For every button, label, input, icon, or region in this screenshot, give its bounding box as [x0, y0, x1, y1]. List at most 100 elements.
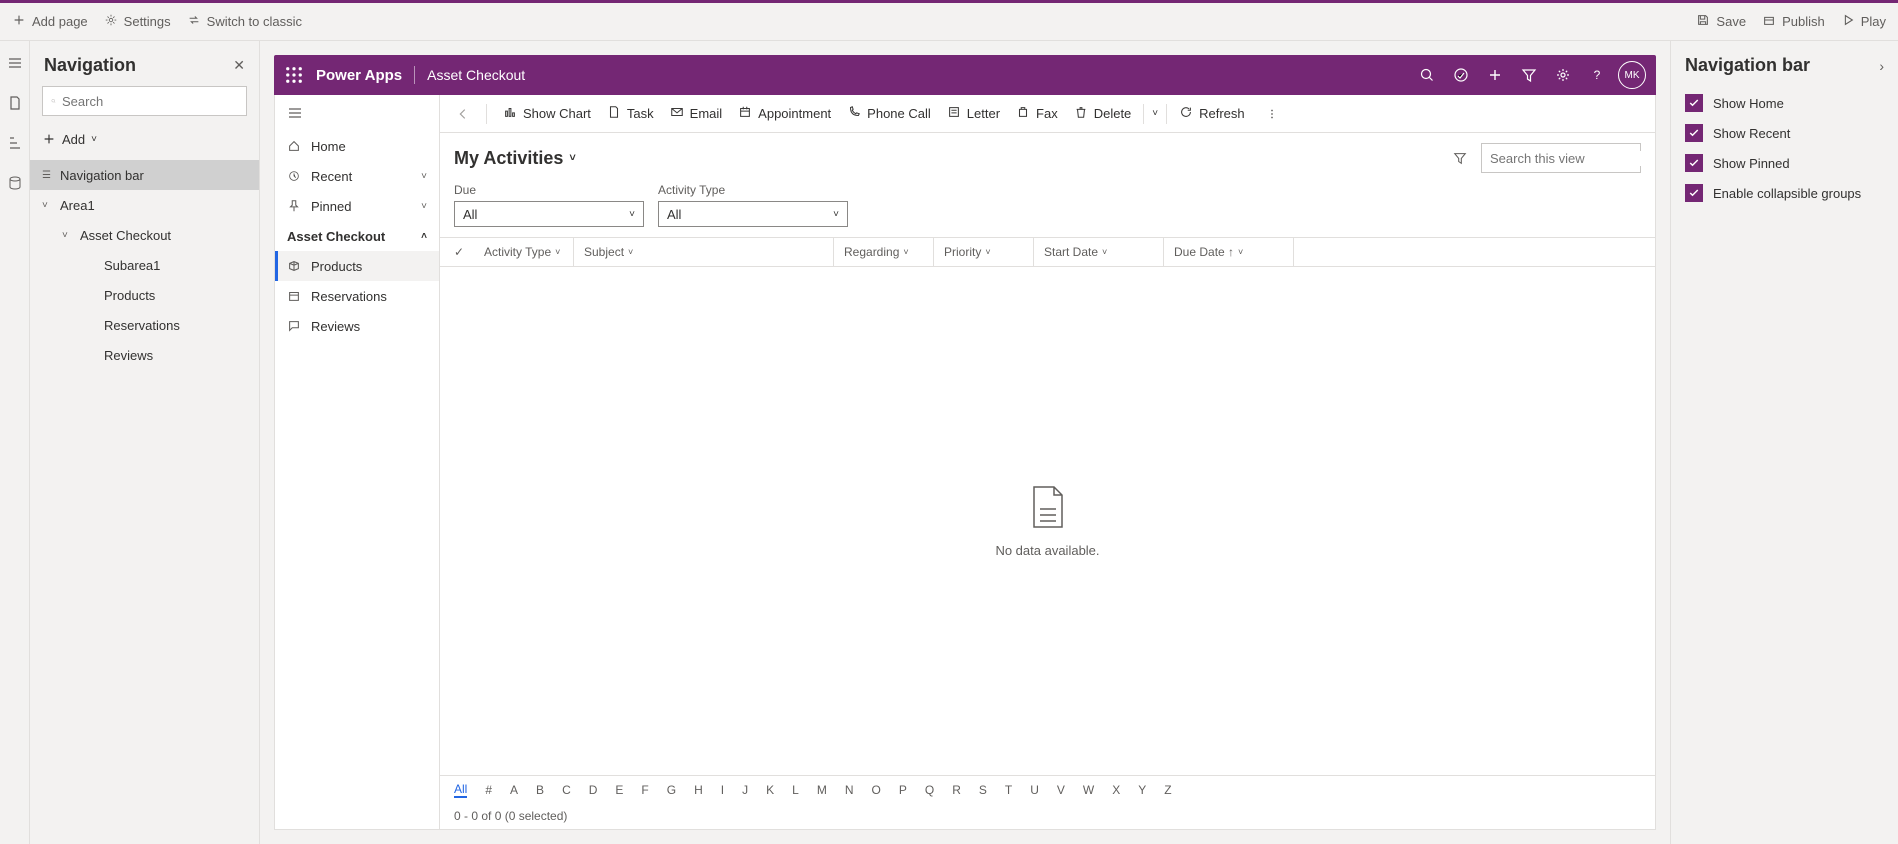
tree-row-subarea1[interactable]: Subarea1	[30, 250, 259, 280]
cmd-fax[interactable]: Fax	[1008, 99, 1066, 129]
alpha-K[interactable]: K	[766, 783, 774, 797]
cmd-appointment[interactable]: Appointment	[730, 99, 839, 129]
topbar-save[interactable]: Save	[1696, 13, 1746, 30]
tree-row-asset-checkout[interactable]: ˅Asset Checkout	[30, 220, 259, 250]
cmd-letter[interactable]: Letter	[939, 99, 1008, 129]
alpha-F[interactable]: F	[641, 783, 648, 797]
alpha-A[interactable]: A	[510, 783, 518, 797]
cmd-delete[interactable]: Delete	[1066, 99, 1140, 129]
close-icon[interactable]: ✕	[233, 57, 245, 74]
tree-row-reviews[interactable]: Reviews	[30, 340, 259, 370]
check-enable-collapsible-groups[interactable]: Enable collapsible groups	[1685, 184, 1884, 202]
activity-type-select[interactable]: All ˅	[658, 201, 848, 227]
search-field[interactable]	[62, 94, 238, 109]
sitemap-item-reviews[interactable]: Reviews	[275, 311, 439, 341]
chevron-right-icon[interactable]: ›	[1879, 58, 1884, 74]
view-title-dropdown[interactable]: My Activities ˅	[454, 148, 576, 169]
tree-icon[interactable]	[7, 135, 23, 151]
alpha-E[interactable]: E	[615, 783, 623, 797]
search-input[interactable]	[42, 86, 247, 116]
alpha-C[interactable]: C	[562, 783, 571, 797]
tree-row-reservations[interactable]: Reservations	[30, 310, 259, 340]
cmd-label: Appointment	[758, 106, 831, 121]
alpha-X[interactable]: X	[1112, 783, 1120, 797]
filter-icon[interactable]	[1512, 58, 1546, 92]
view-search[interactable]	[1481, 143, 1641, 173]
alpha-P[interactable]: P	[899, 783, 907, 797]
alpha-U[interactable]: U	[1030, 783, 1039, 797]
alpha-N[interactable]: N	[845, 783, 854, 797]
alpha-H[interactable]: H	[694, 783, 703, 797]
sitemap-hamburger[interactable]	[275, 95, 439, 131]
alpha-R[interactable]: R	[952, 783, 961, 797]
topbar-switch-to-classic[interactable]: Switch to classic	[187, 13, 302, 30]
cmd-delete-split[interactable]: ˅	[1148, 99, 1162, 129]
topbar-publish[interactable]: Publish	[1762, 13, 1825, 30]
view-search-field[interactable]	[1490, 151, 1656, 166]
alpha-I[interactable]: I	[721, 783, 724, 797]
alpha-W[interactable]: W	[1083, 783, 1094, 797]
column-label: Start Date	[1044, 245, 1098, 259]
column-activity-type[interactable]: Activity Type˅	[484, 238, 574, 266]
column-label: Priority	[944, 245, 981, 259]
plus-icon[interactable]	[1478, 58, 1512, 92]
topbar-settings[interactable]: Settings	[104, 13, 171, 30]
alpha-B[interactable]: B	[536, 783, 544, 797]
more-button[interactable]	[1257, 99, 1287, 129]
sitemap-item-reservations[interactable]: Reservations	[275, 281, 439, 311]
sitemap-item-products[interactable]: Products	[275, 251, 439, 281]
cmd-email[interactable]: Email	[662, 99, 731, 129]
cmd-phone-call[interactable]: Phone Call	[839, 99, 939, 129]
check-show-pinned[interactable]: Show Pinned	[1685, 154, 1884, 172]
search-icon[interactable]	[1410, 58, 1444, 92]
activity-type-value: All	[667, 207, 681, 222]
check-show-recent[interactable]: Show Recent	[1685, 124, 1884, 142]
add-button[interactable]: Add ˅	[42, 124, 247, 154]
help-icon[interactable]: ?	[1580, 58, 1614, 92]
alpha-L[interactable]: L	[792, 783, 799, 797]
alpha-All[interactable]: All	[454, 782, 467, 798]
column-subject[interactable]: Subject˅	[584, 238, 834, 266]
select-all-checkbox[interactable]: ✓	[454, 238, 474, 266]
tree-row-navigation-bar[interactable]: ☰Navigation bar	[30, 160, 259, 190]
gear-icon[interactable]	[1546, 58, 1580, 92]
alpha-O[interactable]: O	[872, 783, 881, 797]
cmd-refresh[interactable]: Refresh	[1171, 99, 1253, 129]
tree-row-area1[interactable]: ˅Area1	[30, 190, 259, 220]
group-label: Asset Checkout	[287, 229, 385, 244]
page-icon[interactable]	[7, 95, 23, 111]
sitemap-item-recent[interactable]: Recent˅	[275, 161, 439, 191]
alpha-G[interactable]: G	[667, 783, 676, 797]
waffle-icon[interactable]	[284, 65, 304, 85]
topbar-play[interactable]: Play	[1841, 13, 1886, 30]
assistant-icon[interactable]	[1444, 58, 1478, 92]
column-priority[interactable]: Priority˅	[944, 238, 1034, 266]
cmd-task[interactable]: Task	[599, 99, 662, 129]
alpha-Z[interactable]: Z	[1164, 783, 1171, 797]
tree-row-products[interactable]: Products	[30, 280, 259, 310]
alpha-J[interactable]: J	[742, 783, 748, 797]
column-start-date[interactable]: Start Date˅	[1044, 238, 1164, 266]
sitemap-group-asset-checkout[interactable]: Asset Checkout˄	[275, 221, 439, 251]
due-select[interactable]: All ˅	[454, 201, 644, 227]
alpha-T[interactable]: T	[1005, 783, 1012, 797]
hamburger-icon[interactable]	[7, 55, 23, 71]
alpha-D[interactable]: D	[589, 783, 598, 797]
column-due-date--[interactable]: Due Date ↑˅	[1174, 238, 1294, 266]
topbar-add-page[interactable]: Add page	[12, 13, 88, 30]
alpha-S[interactable]: S	[979, 783, 987, 797]
back-button[interactable]	[448, 99, 478, 129]
sitemap-item-home[interactable]: Home	[275, 131, 439, 161]
alpha-Q[interactable]: Q	[925, 783, 934, 797]
avatar[interactable]: MK	[1618, 61, 1646, 89]
alpha-V[interactable]: V	[1057, 783, 1065, 797]
column-regarding[interactable]: Regarding˅	[844, 238, 934, 266]
filter-icon[interactable]	[1453, 151, 1467, 165]
cmd-show-chart[interactable]: Show Chart	[495, 99, 599, 129]
alpha-Y[interactable]: Y	[1138, 783, 1146, 797]
check-show-home[interactable]: Show Home	[1685, 94, 1884, 112]
alpha-#[interactable]: #	[485, 783, 492, 797]
alpha-M[interactable]: M	[817, 783, 827, 797]
sitemap-item-pinned[interactable]: Pinned˅	[275, 191, 439, 221]
data-icon[interactable]	[7, 175, 23, 191]
